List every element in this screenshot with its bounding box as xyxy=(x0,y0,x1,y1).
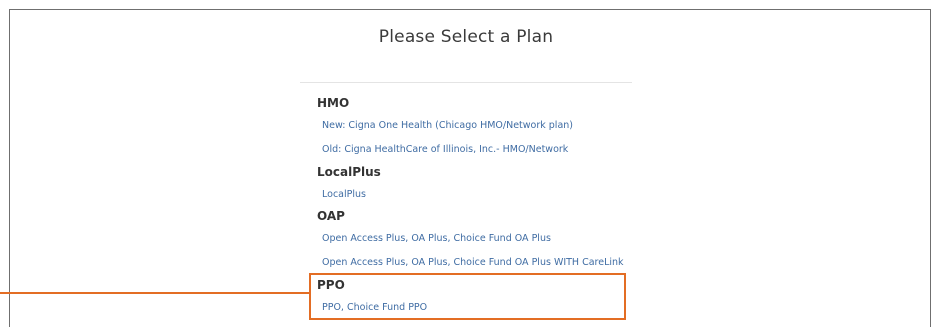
plan-link-cigna-healthcare-illinois[interactable]: Old: Cigna HealthCare of Illinois, Inc.-… xyxy=(322,144,568,155)
category-hmo: HMO xyxy=(317,96,350,110)
title-divider xyxy=(300,82,632,83)
page-title: Please Select a Plan xyxy=(378,27,554,47)
category-oap: OAP xyxy=(317,209,345,223)
plan-link-localplus[interactable]: LocalPlus xyxy=(322,189,366,200)
ppo-callout-line xyxy=(0,292,310,294)
plan-link-cigna-one-health[interactable]: New: Cigna One Health (Chicago HMO/Netwo… xyxy=(322,120,573,131)
plan-link-open-access-plus[interactable]: Open Access Plus, OA Plus, Choice Fund O… xyxy=(322,233,551,244)
page: Please Select a Plan HMO New: Cigna One … xyxy=(0,0,941,327)
category-localplus: LocalPlus xyxy=(317,165,381,179)
ppo-highlight-box xyxy=(309,273,626,320)
plan-link-open-access-plus-carelink[interactable]: Open Access Plus, OA Plus, Choice Fund O… xyxy=(322,257,624,268)
